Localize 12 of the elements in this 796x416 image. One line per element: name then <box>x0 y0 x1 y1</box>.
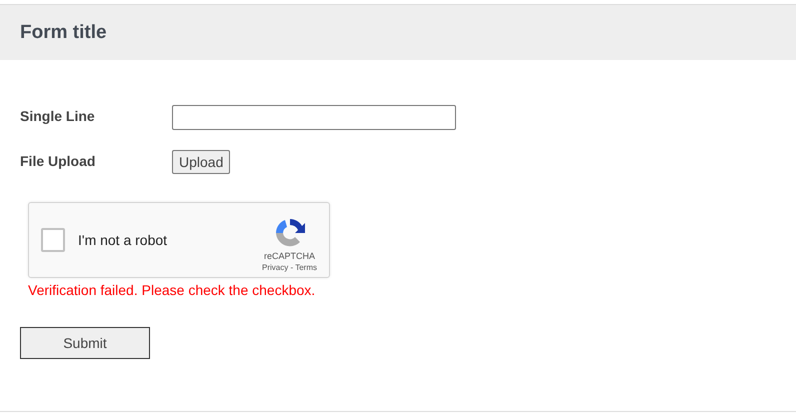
form-title: Form title <box>20 22 107 44</box>
upload-button[interactable]: Upload <box>172 150 230 174</box>
brand-name: reCAPTCHA <box>264 250 316 260</box>
submit-button[interactable]: Submit <box>20 327 150 359</box>
field-label: Single Line <box>20 107 96 124</box>
checkbox[interactable] <box>41 228 65 252</box>
recaptcha-logo-icon <box>274 216 306 248</box>
input-field[interactable] <box>172 105 456 130</box>
error-message: Verification failed. Please check the checkbox. <box>28 282 316 298</box>
privacy-terms-link[interactable]: Privacy - Terms <box>262 262 317 272</box>
field-label: File Upload <box>20 152 96 169</box>
checkbox-label: I'm not a robot <box>78 232 168 248</box>
